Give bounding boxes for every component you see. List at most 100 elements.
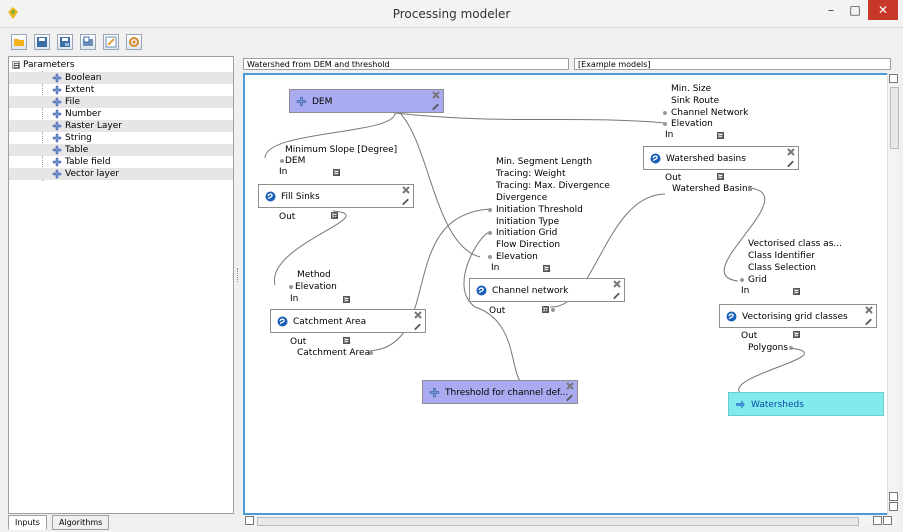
- scroll-thumb[interactable]: [890, 87, 899, 149]
- saga-icon: [265, 191, 276, 202]
- tab-algorithms[interactable]: Algorithms: [52, 515, 110, 530]
- collapse-button[interactable]: ⊟: [793, 331, 800, 339]
- node-label: Channel network: [492, 286, 569, 296]
- folder-icon: [14, 39, 24, 46]
- param-label: Divergence: [496, 193, 548, 203]
- edit-help-button[interactable]: [103, 34, 119, 50]
- scroll-thumb[interactable]: [257, 517, 859, 526]
- close-icon[interactable]: [402, 186, 410, 194]
- edit-icon[interactable]: [413, 321, 422, 331]
- output-label: Out: [665, 173, 682, 183]
- scroll-up-arrow[interactable]: [889, 74, 898, 83]
- param-label: In: [290, 294, 299, 304]
- collapse-button[interactable]: ⊟: [717, 173, 724, 181]
- scroll-down-arrow[interactable]: [889, 492, 898, 501]
- model-canvas[interactable]: DEM Minimum Slope [Degree] DEM In ⊟ Fill…: [243, 73, 892, 515]
- tree-item-string[interactable]: String: [9, 132, 233, 144]
- run-icon: [129, 37, 139, 47]
- close-icon[interactable]: [865, 306, 873, 314]
- param-label: Class Identifier: [748, 251, 816, 261]
- collapse-button[interactable]: ⊟: [333, 169, 340, 177]
- node-dem[interactable]: DEM: [289, 89, 444, 113]
- edit-icon[interactable]: [401, 196, 410, 206]
- output-label: Watershed Basins: [672, 184, 753, 194]
- expand-button[interactable]: ⊞: [542, 306, 549, 314]
- port-dot: [488, 231, 492, 235]
- param-label: Channel Network: [671, 108, 749, 118]
- param-label: Grid: [748, 275, 767, 285]
- export-image-button[interactable]: [80, 34, 96, 50]
- expand-button[interactable]: ⊞: [331, 212, 338, 220]
- save-as-button[interactable]: [57, 34, 73, 50]
- collapse-button[interactable]: ⊟: [543, 265, 550, 273]
- scroll-down-arrow[interactable]: [889, 502, 898, 511]
- collapse-button[interactable]: ⊟: [343, 337, 350, 345]
- collapse-button[interactable]: ⊟: [343, 296, 350, 304]
- node-fill-sinks[interactable]: Fill Sinks: [258, 184, 414, 208]
- collapse-icon[interactable]: ⊟: [12, 60, 20, 69]
- close-icon[interactable]: [613, 280, 621, 288]
- param-label: Initiation Type: [496, 217, 560, 227]
- output-label: Out: [279, 212, 296, 222]
- scroll-right-arrow[interactable]: [883, 516, 892, 525]
- port-dot: [740, 278, 744, 282]
- node-label: Watershed basins: [666, 154, 746, 164]
- close-icon[interactable]: [414, 311, 422, 319]
- edit-icon[interactable]: [431, 101, 440, 111]
- tree-item-number[interactable]: Number: [9, 108, 233, 120]
- port-dot: [280, 159, 284, 163]
- tree-root-parameters[interactable]: ⊟ Parameters: [12, 59, 75, 71]
- close-icon[interactable]: [432, 91, 440, 99]
- param-label: Sink Route: [671, 96, 720, 106]
- edit-icon[interactable]: [565, 392, 574, 402]
- splitter-handle[interactable]: [237, 268, 241, 282]
- window-title: Processing modeler: [392, 7, 511, 21]
- node-vectorising-grid-classes[interactable]: Vectorising grid classes: [719, 304, 877, 328]
- minimize-button[interactable]: –: [820, 0, 842, 20]
- node-label: DEM: [312, 97, 333, 107]
- close-icon[interactable]: [566, 382, 574, 390]
- node-label: Vectorising grid classes: [742, 312, 848, 322]
- tree-item-vector-layer[interactable]: Vector layer: [9, 168, 233, 180]
- tree-item-label: Raster Layer: [65, 121, 122, 131]
- node-threshold[interactable]: Threshold for channel def...: [422, 380, 578, 404]
- scroll-left-arrow[interactable]: [873, 516, 882, 525]
- node-catchment-area[interactable]: Catchment Area: [270, 309, 426, 333]
- tree-item-label: Table: [65, 145, 89, 155]
- node-watershed-basins[interactable]: Watershed basins: [643, 146, 799, 170]
- tab-inputs[interactable]: Inputs: [8, 515, 47, 530]
- save-button[interactable]: [34, 34, 50, 50]
- plus-icon: [52, 97, 62, 107]
- tree-item-extent[interactable]: Extent: [9, 84, 233, 96]
- model-group-field[interactable]: [Example models]: [574, 58, 891, 70]
- close-button[interactable]: ✕: [868, 0, 898, 20]
- tree-item-label: Extent: [65, 85, 95, 95]
- collapse-button[interactable]: ⊟: [793, 288, 800, 296]
- param-label: Flow Direction: [496, 240, 561, 250]
- tree-item-file[interactable]: File: [9, 96, 233, 108]
- scroll-left-arrow[interactable]: [245, 516, 254, 525]
- horizontal-scrollbar[interactable]: [243, 515, 898, 526]
- tree-item-raster-layer[interactable]: Raster Layer: [9, 120, 233, 132]
- link-vector-watersheds: [738, 347, 805, 394]
- vertical-scrollbar[interactable]: [887, 73, 899, 515]
- plus-icon: [429, 387, 440, 398]
- edit-icon[interactable]: [864, 316, 873, 326]
- saga-icon: [476, 285, 487, 296]
- node-label: Threshold for channel def...: [445, 388, 569, 398]
- output-label: Out: [741, 331, 758, 341]
- node-channel-network[interactable]: Channel network: [469, 278, 625, 302]
- model-name-field[interactable]: Watershed from DEM and threshold: [243, 58, 569, 70]
- tree-item-table-field[interactable]: Table field: [9, 156, 233, 168]
- tree-item-table[interactable]: Table: [9, 144, 233, 156]
- run-button[interactable]: [126, 34, 142, 50]
- tree-item-boolean[interactable]: Boolean: [9, 72, 233, 84]
- edit-icon[interactable]: [612, 290, 621, 300]
- edit-icon[interactable]: [786, 158, 795, 168]
- open-model-button[interactable]: [11, 34, 27, 50]
- close-icon[interactable]: [787, 148, 795, 156]
- node-watersheds-output[interactable]: Watersheds: [728, 392, 884, 416]
- maximize-button[interactable]: □: [844, 0, 866, 20]
- tree-item-label: Table field: [65, 157, 111, 167]
- collapse-button[interactable]: ⊟: [717, 132, 724, 140]
